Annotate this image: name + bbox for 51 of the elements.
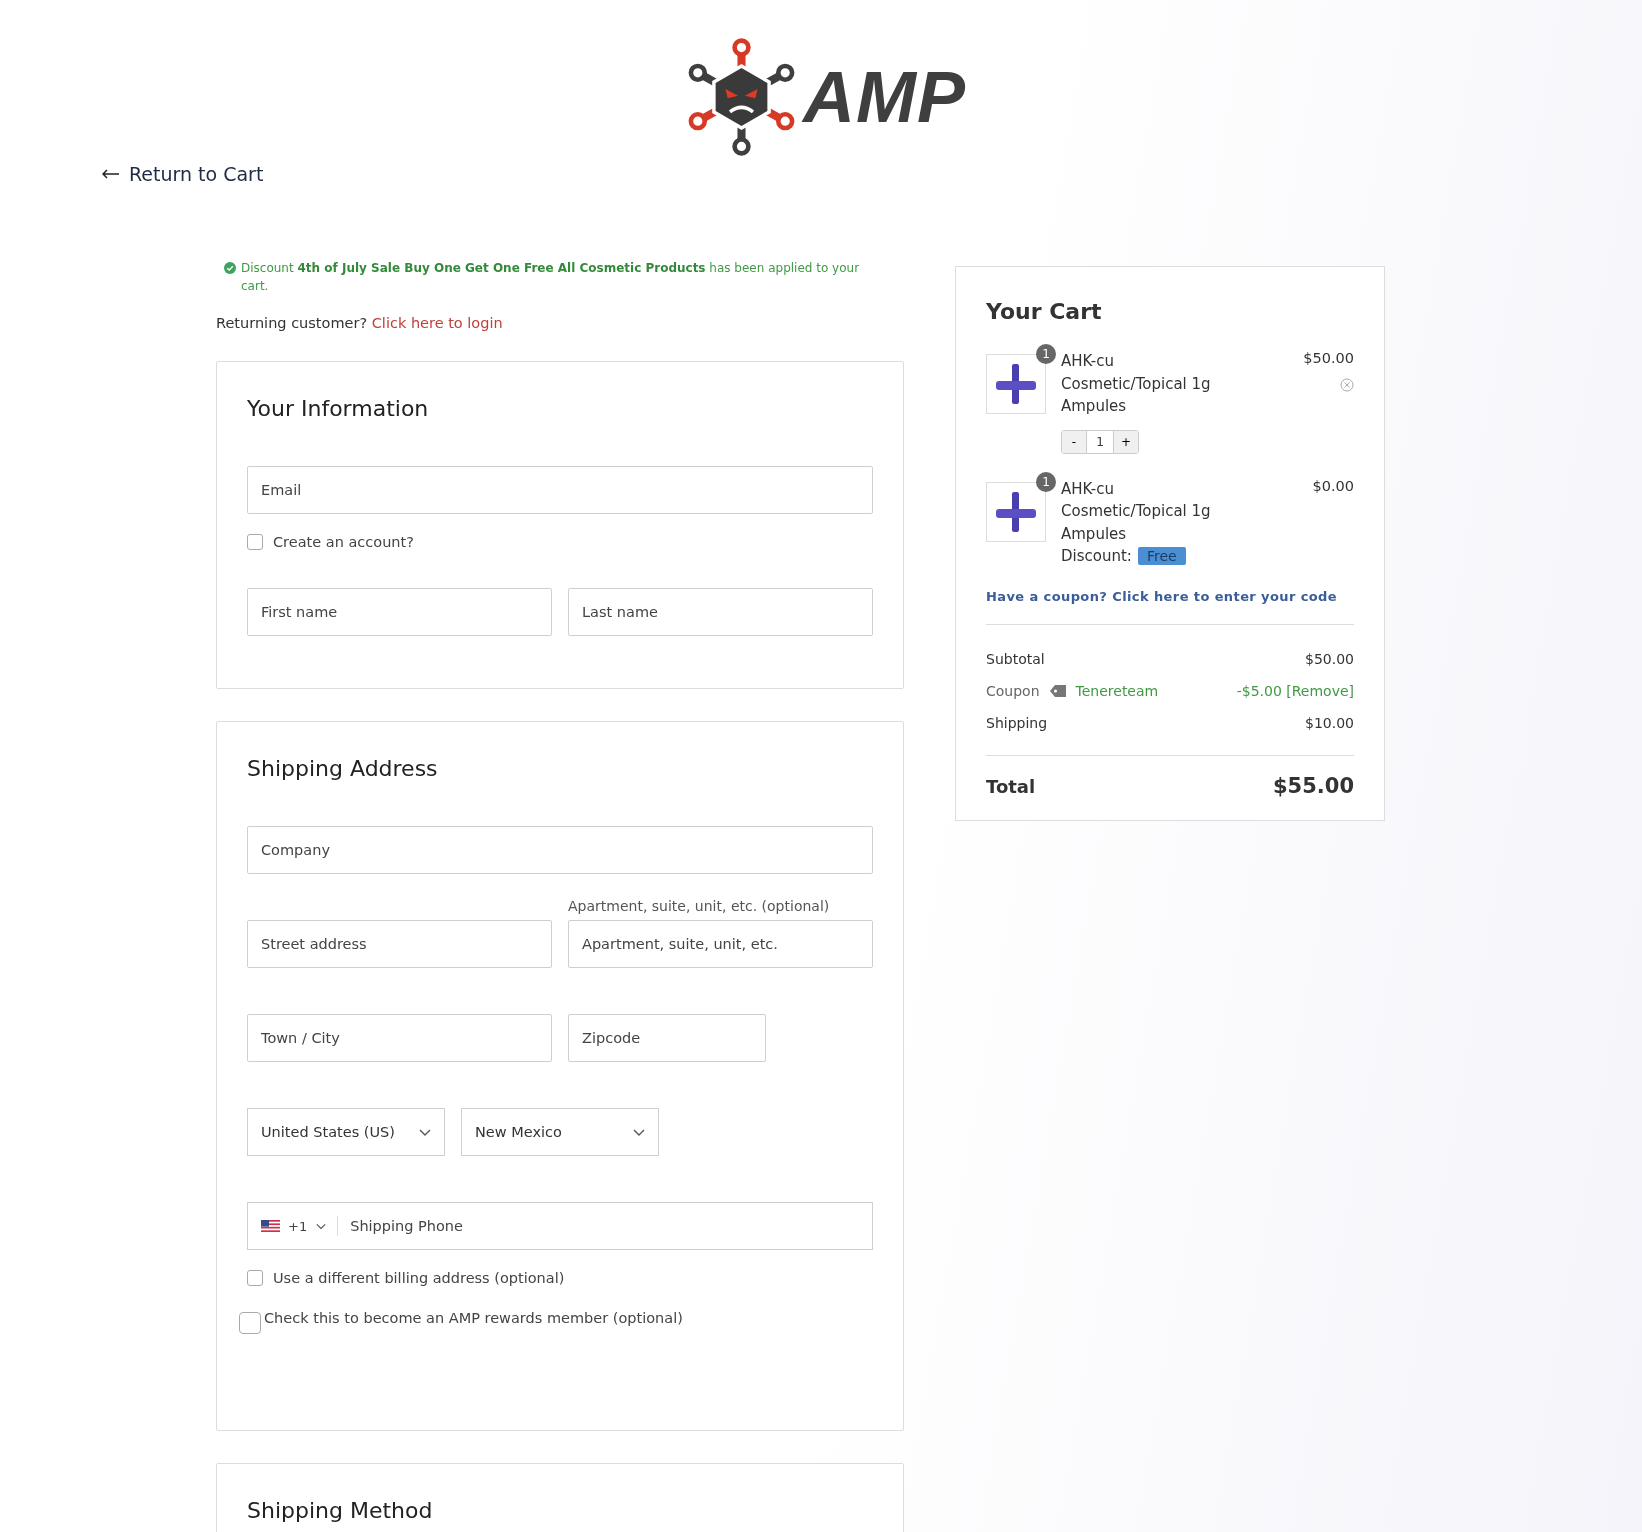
checkbox-label: Check this to become an AMP rewards member (optional) <box>264 1310 683 1326</box>
tag-icon <box>1048 684 1067 698</box>
quantity-value: 1 <box>1086 430 1114 453</box>
quantity-badge: 1 <box>1036 344 1056 364</box>
check-circle-icon <box>224 262 236 274</box>
item-price: $0.00 <box>1312 477 1354 494</box>
discount-label: Discount: <box>1061 547 1132 565</box>
discount-applied-message: Discount 4th of July Sale Buy One Get One Free All Cosmetic Products has been applied to your cart. <box>241 260 861 295</box>
field-label: Apartment, suite, unit, etc. (optional) <box>568 898 831 914</box>
checkbox[interactable] <box>247 534 263 550</box>
decrease-button[interactable]: - <box>1062 430 1086 453</box>
increase-button[interactable]: + <box>1114 430 1138 453</box>
section-title: Your Information <box>247 396 430 422</box>
left-arrow-icon <box>102 169 120 179</box>
remove-icon[interactable] <box>1340 378 1354 392</box>
dropdown[interactable]: United States (US) <box>247 1108 445 1156</box>
checkbox-label: Use a different billing address (optional) <box>273 1270 565 1286</box>
text-field[interactable]: Last name <box>568 588 873 636</box>
summary-value: $10.00 <box>1305 715 1354 731</box>
text-field[interactable]: Town / City <box>247 1014 552 1062</box>
product-name: AHK-cu Cosmetic/Topical 1g Ampules <box>1061 478 1212 545</box>
coupon-discount-link[interactable]: -$5.00 [Remove] <box>1236 683 1354 699</box>
text-field[interactable]: Street address <box>247 920 552 968</box>
item-price: $50.00 <box>1303 350 1354 366</box>
total-value: $55.00 <box>1272 774 1354 798</box>
logo-wordmark: AMP <box>803 56 966 138</box>
text-field[interactable]: Zipcode <box>568 1014 766 1062</box>
checkbox-label: Create an account? <box>273 534 414 550</box>
text-field[interactable]: Email <box>247 466 873 514</box>
text-field[interactable]: Apartment, suite, unit, etc. <box>568 920 873 968</box>
total-label: Total <box>986 775 1036 797</box>
summary-label: Subtotal <box>986 651 1045 667</box>
summary-value: $50.00 <box>1305 651 1354 667</box>
quantity-badge: 1 <box>1036 471 1056 492</box>
section-title: Shipping Address <box>247 756 439 782</box>
coupon-link[interactable]: Have a coupon? Click here to enter your code <box>986 589 1354 625</box>
summary-label: Coupon <box>986 683 1040 699</box>
section-title: Shipping Method <box>247 1498 434 1524</box>
login-link[interactable]: Click here to login <box>371 315 503 331</box>
dropdown[interactable]: New Mexico <box>461 1108 659 1156</box>
text-field[interactable]: First name <box>247 588 552 636</box>
return-to-cart-link[interactable]: Return to Cart <box>102 163 264 185</box>
checkbox[interactable] <box>239 1312 261 1334</box>
product-name: AHK-cu Cosmetic/Topical 1g Ampules <box>1061 351 1212 417</box>
returning-customer-text: Returning customer? Click here to login <box>216 315 504 331</box>
discount-tag: Free <box>1137 547 1186 565</box>
cart-title: Your Cart <box>986 299 1103 324</box>
text-field[interactable]: Company <box>247 826 873 874</box>
summary-label: Shipping <box>986 715 1048 731</box>
coupon-code: Tenereteam <box>1075 683 1159 699</box>
checkbox[interactable] <box>247 1270 263 1286</box>
